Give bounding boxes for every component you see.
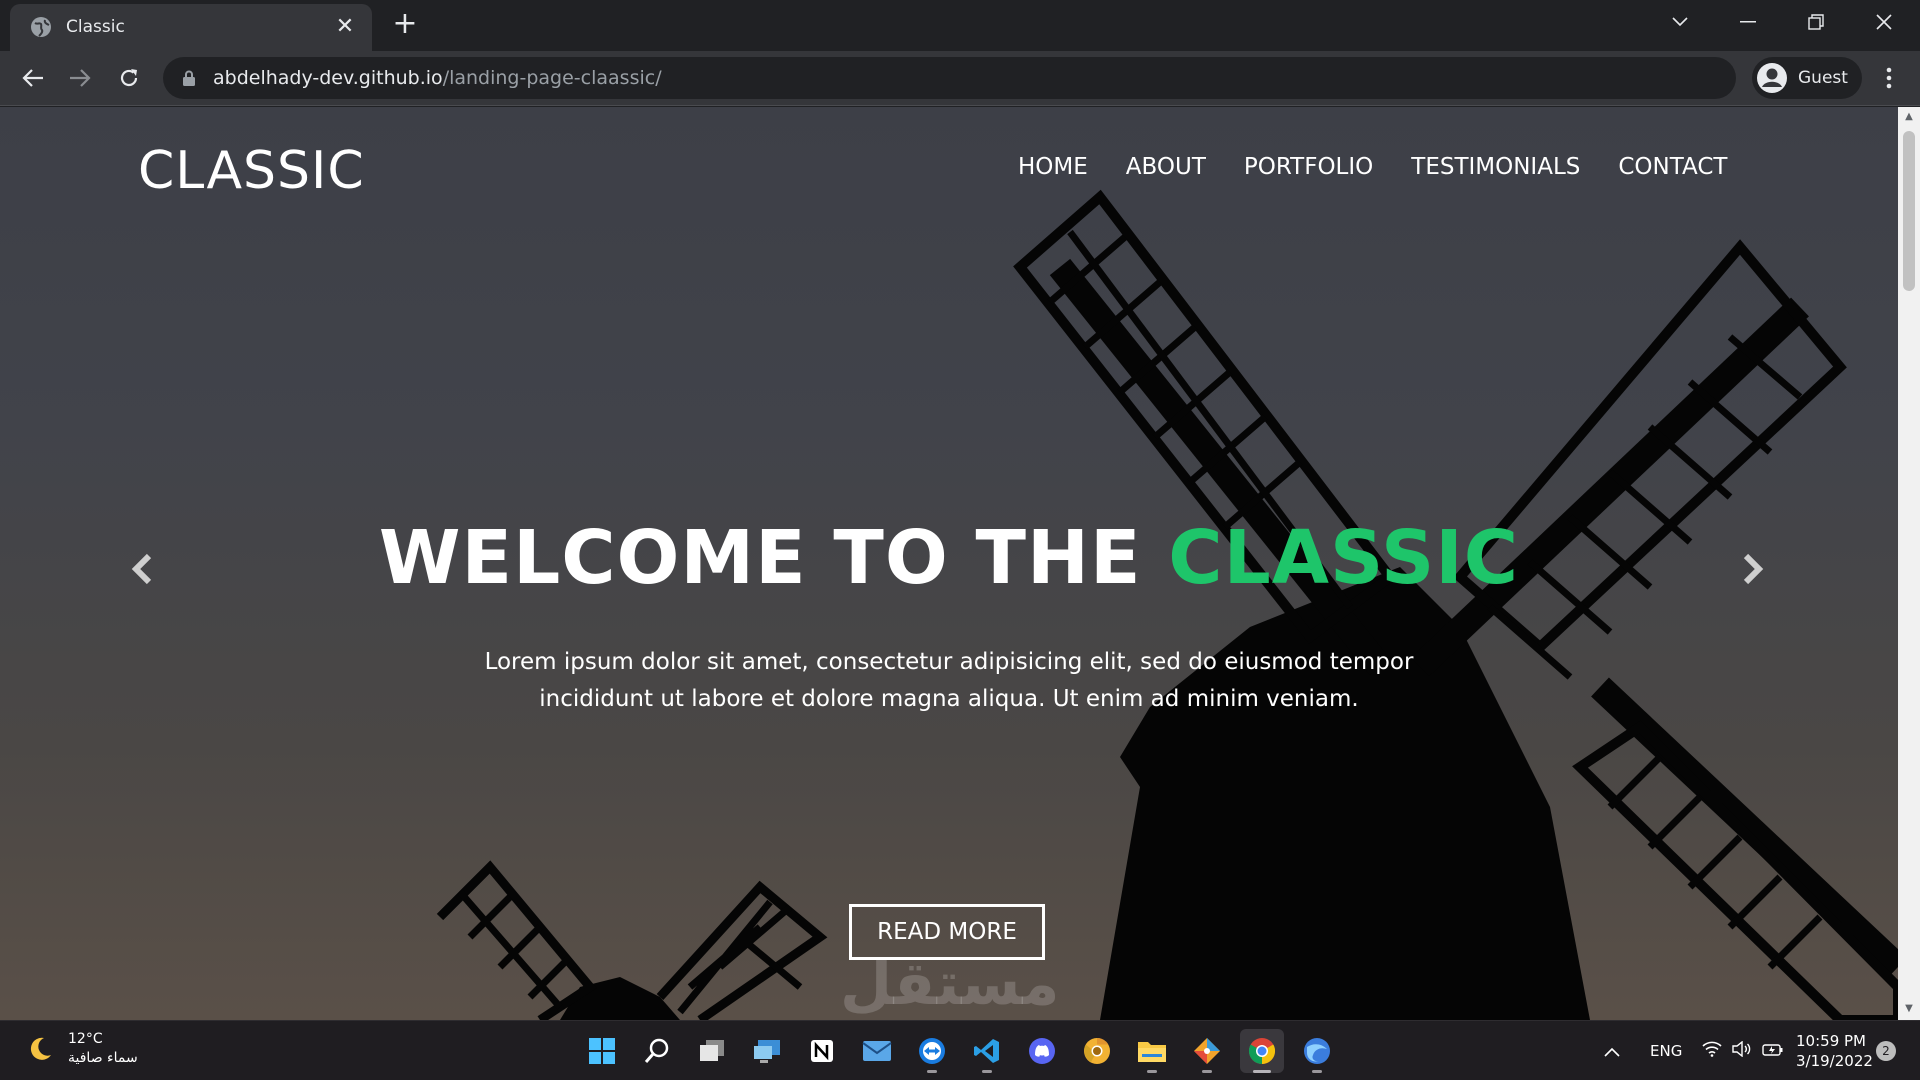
back-arrow-icon[interactable]: [16, 61, 50, 95]
browser-app-icon[interactable]: [1295, 1029, 1339, 1073]
profile-button[interactable]: Guest: [1752, 57, 1862, 99]
taskbar: 12°C سماء صافية ENG 10:59 PM 3/19/2022 2: [0, 1020, 1920, 1080]
minimize-icon[interactable]: [1718, 0, 1778, 44]
nav-home[interactable]: HOME: [1018, 154, 1088, 180]
browser-toolbar: abdelhady-dev.github.io/landing-page-cla…: [0, 51, 1920, 106]
hero-title-start: WELCOME TO THE: [378, 515, 1169, 601]
account-icon: [1754, 60, 1790, 96]
running-indicator: [1312, 1070, 1322, 1073]
vscode-icon[interactable]: [965, 1029, 1009, 1073]
address-bar[interactable]: abdelhady-dev.github.io/landing-page-cla…: [163, 57, 1736, 99]
notion-icon[interactable]: [800, 1029, 844, 1073]
system-clock[interactable]: 10:59 PM 3/19/2022: [1796, 1031, 1873, 1071]
hero-description: Lorem ipsum dolor sit amet, consectetur …: [480, 644, 1418, 718]
tab-close-icon[interactable]: ✕: [332, 14, 358, 40]
notification-badge[interactable]: 2: [1876, 1041, 1896, 1061]
running-indicator: [982, 1070, 992, 1073]
nav-contact[interactable]: CONTACT: [1618, 154, 1727, 180]
globe-icon: [30, 16, 52, 38]
reload-icon[interactable]: [112, 61, 146, 95]
lock-icon[interactable]: [183, 70, 195, 90]
chevron-up-icon[interactable]: [1604, 1042, 1620, 1061]
scrollbar-thumb[interactable]: [1903, 131, 1915, 291]
browser-tabstrip: Classic ✕ +: [0, 0, 1920, 51]
teamviewer-icon[interactable]: [910, 1029, 954, 1073]
discord-icon[interactable]: [1020, 1029, 1064, 1073]
close-window-icon[interactable]: [1854, 0, 1914, 44]
hero-text-line-1: Lorem ipsum dolor sit amet, consectetur …: [484, 649, 1414, 675]
search-icon[interactable]: [635, 1029, 679, 1073]
taskbar-apps: [580, 1029, 1350, 1073]
running-indicator: [1147, 1070, 1157, 1073]
running-indicator: [1253, 1070, 1271, 1073]
system-tray: ENG: [1604, 1021, 1784, 1080]
restore-icon[interactable]: [1786, 0, 1846, 44]
running-indicator: [927, 1070, 937, 1073]
moon-icon: [26, 1035, 54, 1063]
weather-widget[interactable]: 12°C سماء صافية: [26, 1030, 138, 1068]
page-viewport: CLASSIC HOME ABOUT PORTFOLIO TESTIMONIAL…: [0, 107, 1898, 1020]
windows-start-icon[interactable]: [580, 1029, 624, 1073]
task-view-icon[interactable]: [690, 1029, 734, 1073]
wifi-icon[interactable]: [1702, 1041, 1722, 1061]
battery-icon[interactable]: [1762, 1042, 1784, 1061]
chrome-icon[interactable]: [1240, 1029, 1284, 1073]
url-text: abdelhady-dev.github.io/landing-page-cla…: [213, 67, 662, 89]
scroll-up-icon[interactable]: ▲: [1903, 111, 1915, 123]
scroll-down-icon[interactable]: ▼: [1903, 1003, 1915, 1015]
url-path: /landing-page-claassic/: [442, 67, 662, 89]
language-indicator[interactable]: ENG: [1650, 1042, 1682, 1060]
weather-desc: سماء صافية: [68, 1050, 138, 1066]
nav-about[interactable]: ABOUT: [1126, 154, 1206, 180]
running-indicator: [1202, 1070, 1212, 1073]
chrome-canary-icon[interactable]: [1075, 1029, 1119, 1073]
remote-desktop-icon[interactable]: [745, 1029, 789, 1073]
volume-icon[interactable]: [1732, 1040, 1752, 1061]
hero-title: WELCOME TO THE CLASSIC: [0, 515, 1898, 601]
kebab-menu-icon[interactable]: [1872, 61, 1906, 95]
nav-testimonials[interactable]: TESTIMONIALS: [1411, 154, 1580, 180]
nav-portfolio[interactable]: PORTFOLIO: [1244, 154, 1373, 180]
clock-time: 10:59 PM: [1796, 1032, 1866, 1050]
new-tab-button[interactable]: +: [390, 9, 420, 40]
tab-title: Classic: [66, 17, 125, 37]
hero-title-accent: CLASSIC: [1168, 515, 1520, 601]
profile-label: Guest: [1798, 68, 1848, 88]
browser-tab[interactable]: Classic ✕: [10, 4, 372, 51]
clock-date: 3/19/2022: [1796, 1052, 1873, 1070]
weather-temp: 12°C: [68, 1031, 103, 1047]
git-icon[interactable]: [1185, 1029, 1229, 1073]
hero-text-line-2: incididunt ut labore et dolore magna ali…: [539, 686, 1359, 712]
file-explorer-icon[interactable]: [1130, 1029, 1174, 1073]
url-host: abdelhady-dev.github.io: [213, 67, 443, 89]
tab-search-icon[interactable]: [1650, 0, 1710, 44]
watermark-logo: مستقل: [840, 949, 1060, 1019]
page-scrollbar[interactable]: ▲ ▼: [1898, 107, 1920, 1020]
forward-arrow-icon[interactable]: [63, 61, 97, 95]
site-logo[interactable]: CLASSIC: [138, 141, 365, 201]
site-nav: HOME ABOUT PORTFOLIO TESTIMONIALS CONTAC…: [1018, 154, 1765, 180]
mail-icon[interactable]: [855, 1029, 899, 1073]
